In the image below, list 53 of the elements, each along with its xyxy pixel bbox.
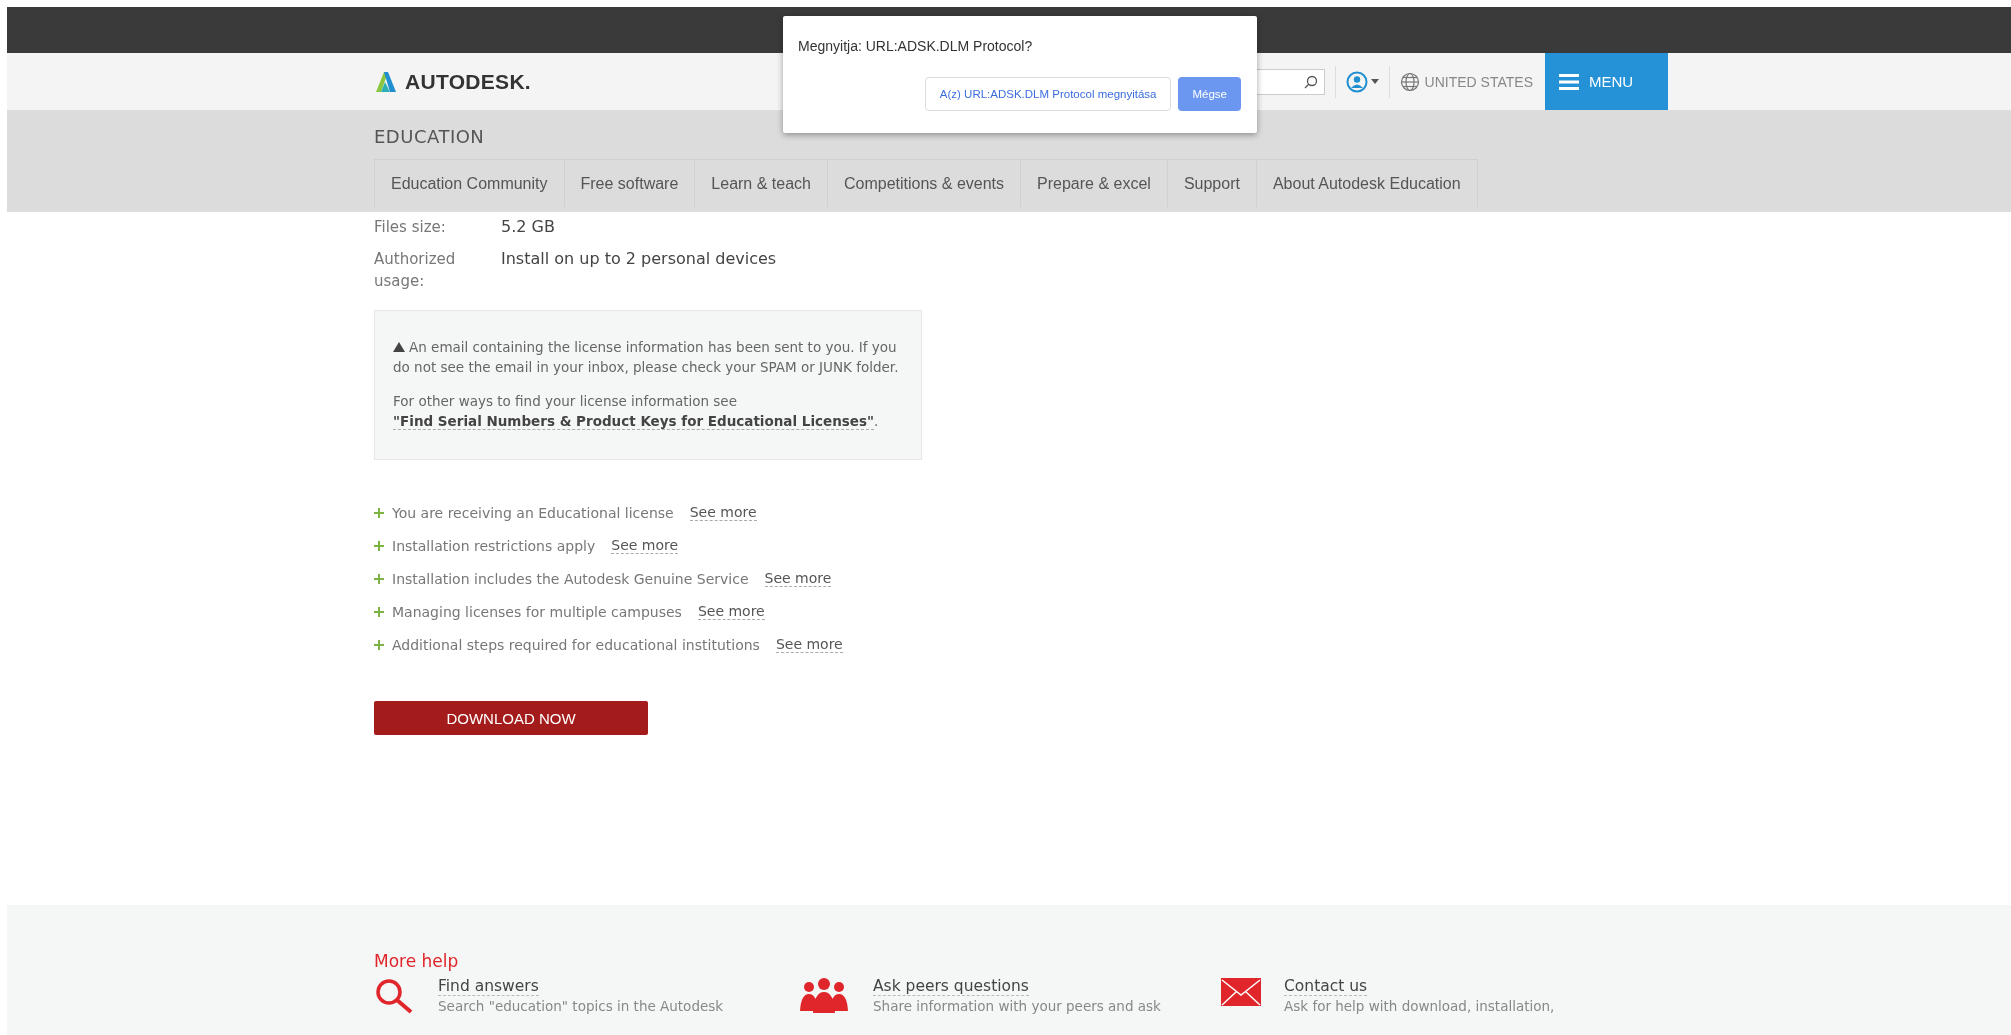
nav-tab[interactable]: Competitions & events <box>827 159 1022 207</box>
info-text: You are receiving an Educational license <box>392 504 674 521</box>
see-more-link[interactable]: See more <box>764 570 832 587</box>
nav-tab[interactable]: Learn & teach <box>695 159 828 207</box>
nav-tab[interactable]: Free software <box>564 159 696 207</box>
search-icon <box>1303 74 1318 89</box>
account-icon <box>1345 70 1368 93</box>
info-text: Additional steps required for educational institutions <box>392 636 760 653</box>
detail-label: Authorized usage: <box>374 249 457 292</box>
nav-tab[interactable]: About Autodesk Education <box>1256 159 1478 207</box>
plus-icon <box>374 540 384 551</box>
detail-label: Files size: <box>374 217 447 238</box>
notice-text: For other ways to find your license information see "Find Serial Numbers & Product Keys for Educational Licenses". <box>393 392 880 431</box>
open-protocol-button[interactable]: A(z) URL:ADSK.DLM Protocol megnyitása <box>924 77 1172 111</box>
help-link[interactable]: Ask peers questions <box>873 977 1029 996</box>
info-text: Managing licenses for multiple campuses <box>392 603 682 620</box>
footer-title: More help <box>374 951 460 971</box>
section-title: EDUCATION <box>374 125 486 149</box>
menu-button[interactable]: MENU <box>1545 53 1668 110</box>
detail-value: 5.2 GB <box>501 216 556 238</box>
help-description: Search "education" topics in the Autodesk <box>438 998 724 1014</box>
people-icon <box>797 977 851 1015</box>
globe-icon <box>1399 71 1420 92</box>
see-more-link[interactable]: See more <box>611 537 679 554</box>
nav-tab[interactable]: Support <box>1167 159 1257 207</box>
help-link[interactable]: Find answers <box>438 977 539 996</box>
see-more-link[interactable]: See more <box>689 504 757 521</box>
dialog-message: Megnyitja: URL:ADSK.DLM Protocol? <box>798 38 1034 54</box>
see-more-link[interactable]: See more <box>775 636 843 653</box>
nav-tab[interactable]: Prepare & excel <box>1021 159 1168 207</box>
info-text: Installation restrictions apply <box>392 537 596 554</box>
download-button[interactable]: DOWNLOAD NOW <box>374 701 648 735</box>
warning-icon <box>393 342 405 352</box>
help-link[interactable]: Contact us <box>1284 977 1368 996</box>
plus-icon <box>374 507 384 518</box>
plus-icon <box>374 639 384 650</box>
envelope-icon <box>1220 977 1262 1007</box>
help-description: Ask for help with download, installation, <box>1284 998 1555 1014</box>
caret-icon <box>1370 79 1379 84</box>
nav-tab[interactable]: Education Community <box>374 159 565 207</box>
menu-icon <box>1559 73 1579 90</box>
plus-icon <box>374 573 384 584</box>
see-more-link[interactable]: See more <box>697 603 765 620</box>
account-button[interactable] <box>1345 70 1379 93</box>
notice-text: An email containing the license information has been sent to you. If you do not see the email in your inbox, please check your SPAM or JUNK folder. <box>393 338 900 377</box>
info-text: Installation includes the Autodesk Genuine Service <box>392 570 749 587</box>
logo-icon <box>374 69 398 94</box>
region-selector[interactable]: UNITED STATES <box>1399 71 1533 92</box>
license-link[interactable]: "Find Serial Numbers & Product Keys for Educational Licenses" <box>393 413 875 430</box>
help-description: Share information with your peers and ask <box>873 998 1161 1014</box>
logo-text: AUTODESK. <box>405 69 531 94</box>
plus-icon <box>374 606 384 617</box>
detail-value: Install on up to 2 personal devices <box>501 248 778 270</box>
